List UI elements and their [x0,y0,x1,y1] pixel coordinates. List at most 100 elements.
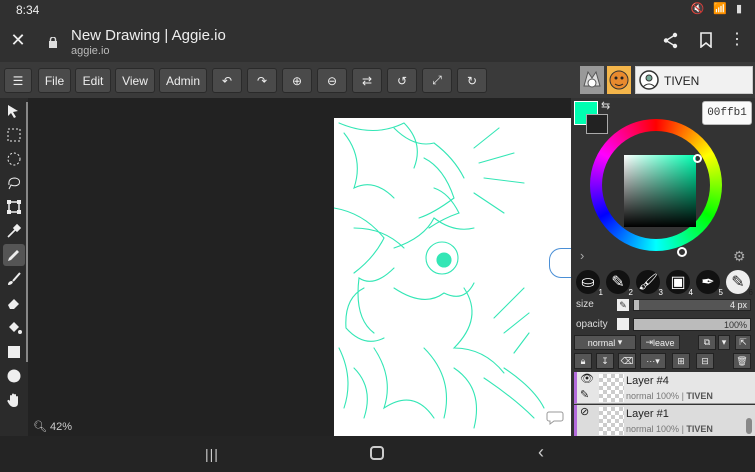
brush-preset-6[interactable]: ✎ 6 [726,270,753,297]
tool-palette [0,98,28,436]
hand-tool-icon[interactable] [3,389,25,411]
brush-size-icon[interactable]: ✎ [617,299,629,311]
bucket-fill-icon[interactable] [3,316,25,338]
opacity-value: 100% [723,320,747,330]
brush-icon: 🖌︎ [637,274,659,291]
secondary-color-swatch[interactable] [586,114,608,134]
eyedropper-icon[interactable] [3,220,25,242]
more-options-icon[interactable]: ···▾ [640,353,666,369]
layer-thumbnail [599,407,624,435]
scrollbar[interactable] [746,418,752,434]
pen-icon: ✒ [701,274,715,291]
leave-icon: ⇥ [645,337,654,347]
hue-ring[interactable] [590,119,722,257]
opacity-label: opacity [576,319,608,330]
chat-bubble-icon[interactable] [546,410,564,426]
eye-icon[interactable]: 👁︎ [580,372,594,385]
bookmark-icon[interactable] [700,32,712,48]
back-icon[interactable]: ‹ [538,442,544,463]
expand-arrow-icon[interactable]: › [580,248,584,263]
layer-item[interactable]: 👁︎ ✎ Layer #4 normal 100% | TIVEN [574,372,755,404]
avatar [639,70,659,90]
opacity-slider[interactable]: 100% [633,318,751,331]
layer-meta: normal 100% | TIVEN [626,424,713,434]
admin-menu-button[interactable]: Admin [159,68,207,93]
undo-icon[interactable]: ↶ [212,68,242,93]
view-menu-button[interactable]: View [115,68,155,93]
blend-mode-select[interactable]: normal ▾ [574,335,636,350]
pencil-icon[interactable] [3,244,25,266]
new-layer-icon[interactable]: ⊞ [672,353,690,369]
eye-hidden-icon[interactable]: ⊘ [580,405,589,418]
rotate-right-icon[interactable]: ↻ [457,68,487,93]
brush-preset-5[interactable]: ✒ 5 [696,270,723,297]
edit-menu-button[interactable]: Edit [75,68,111,93]
brush-preset-3[interactable]: 🖌︎ 3 [636,270,663,297]
preset-number: 1 [598,288,603,297]
browser-header: ✕ New Drawing | Aggie.io aggie.io ⋮ [0,20,755,62]
rotate-left-icon[interactable]: ↺ [387,68,417,93]
scrollbar[interactable] [26,102,28,362]
hex-color-input[interactable]: 00ffb1 [702,101,752,125]
lasso-icon[interactable] [3,172,25,194]
layer-mode: normal [626,391,654,401]
color-picker-handle[interactable] [693,154,702,163]
chevron-down-icon[interactable]: ▾ [718,335,730,350]
swap-colors-icon[interactable]: ⇆ [601,99,610,112]
avatar[interactable] [580,66,604,94]
saturation-value-square[interactable] [624,155,696,227]
more-menu-icon[interactable]: ⋮ [729,30,745,50]
current-user[interactable]: TIVEN [635,66,753,94]
ellipse-shape-icon[interactable] [3,365,25,387]
brush-preset-4[interactable]: ▣ 4 [666,270,693,297]
recent-apps-icon[interactable]: ||| [205,446,219,462]
size-slider[interactable]: 4 px [633,299,751,311]
preset-number: 4 [688,288,693,297]
system-nav-bar: ||| ‹ [0,436,755,472]
flip-icon[interactable]: ⇄ [352,68,382,93]
zoom-out-icon[interactable]: ⊖ [317,68,347,93]
move-tool-icon[interactable] [3,100,25,122]
file-menu-button[interactable]: File [38,68,71,93]
home-icon[interactable] [370,446,384,460]
zoom-in-icon[interactable]: ⊕ [282,68,312,93]
opacity-swatch[interactable] [617,318,629,330]
lock-icon [49,37,57,48]
layer-opacity: 100% [656,424,680,434]
avatar[interactable] [607,66,631,94]
layer-name: Layer #1 [626,408,669,420]
hamburger-menu-icon[interactable]: ☰ [4,68,32,93]
app-toolbar: ☰ File Edit View Admin ↶ ↷ ⊕ ⊖ ⇄ ↺ ⤢ ↻ T… [0,62,755,98]
transform-icon[interactable] [3,196,25,218]
layer-item[interactable]: ⊘ Layer #1 normal 100% | TIVEN [574,405,755,437]
layer-name: Layer #4 [626,375,669,387]
magnifier-icon: 🔍︎ [33,421,47,433]
export-icon[interactable]: ⇱ [735,335,751,350]
zoom-label: 42% [50,421,73,433]
brush-preset-2[interactable]: ✎ 2 [606,270,633,297]
drawing-canvas[interactable] [333,118,571,436]
close-icon[interactable]: ✕ [8,30,28,50]
leave-button[interactable]: ⇥ leave [640,335,680,350]
new-folder-icon[interactable]: ⊟ [696,353,714,369]
trash-icon[interactable]: 🗑︎ [733,353,751,369]
hue-picker-handle[interactable] [677,247,687,257]
layer-meta: normal 100% | TIVEN [626,391,713,401]
share-icon[interactable] [663,32,679,49]
zoom-level: 🔍︎ 42% [33,420,72,433]
gear-icon[interactable]: ⚙ [733,248,746,265]
redo-icon[interactable]: ↷ [247,68,277,93]
cursor-indicator [549,248,571,278]
pencil-icon: ✎ [611,274,625,291]
duplicate-icon[interactable]: ⧉ [698,335,716,350]
rectangle-shape-icon[interactable] [3,341,25,363]
brush-icon[interactable] [3,268,25,290]
rect-select-icon[interactable] [3,124,25,146]
eraser-icon[interactable] [3,292,25,314]
clear-layer-icon[interactable]: ⌫ [618,353,636,369]
ellipse-select-icon[interactable] [3,148,25,170]
fullscreen-icon[interactable]: ⤢ [422,68,452,93]
lock-layer-icon[interactable]: 🔒︎ [574,353,592,369]
brush-preset-1[interactable]: ⛀ 1 [576,270,603,297]
merge-down-icon[interactable]: ↧ [596,353,614,369]
